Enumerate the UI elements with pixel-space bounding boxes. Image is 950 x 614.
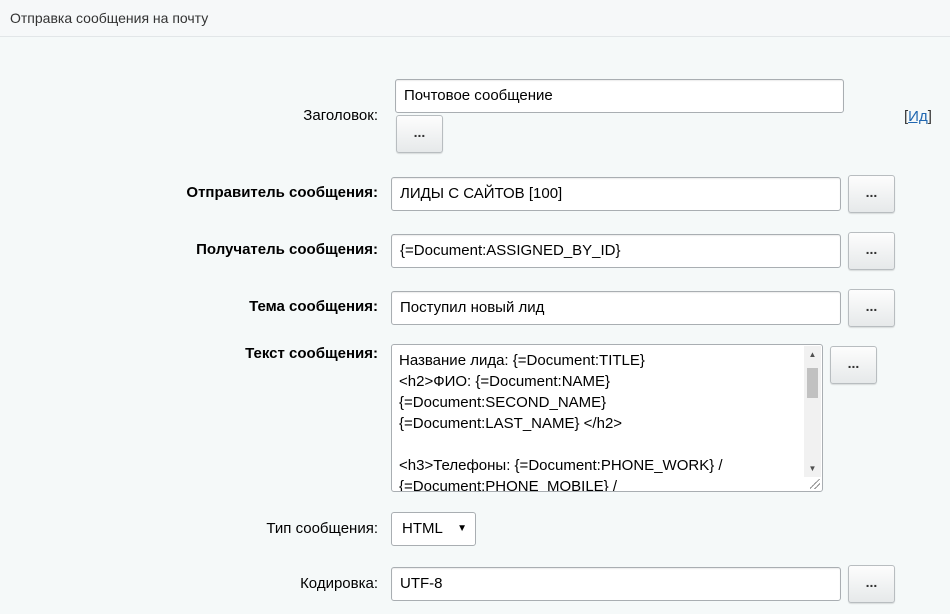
body-text-line: Название лида: {=Document:TITLE} — [399, 352, 645, 369]
dialog-header: Отправка сообщения на почту — [0, 0, 950, 37]
subject-input[interactable]: Поступил новый лид — [391, 291, 841, 325]
body-text-line: {=Document:PHONE_MOBILE} / — [399, 478, 618, 492]
body-text-line: {=Document:SECOND_NAME} — [399, 394, 607, 411]
scroll-up-arrow-icon[interactable]: ▲ — [804, 346, 821, 363]
body-label: Текст сообщения: — [245, 345, 378, 362]
sender-insert-button[interactable]: ... — [848, 175, 895, 213]
scroll-thumb[interactable] — [807, 368, 818, 398]
sender-input[interactable]: ЛИДЫ С САЙТОВ [100] — [391, 177, 841, 211]
id-link[interactable]: Ид — [908, 108, 928, 125]
title-insert-button[interactable]: ... — [396, 115, 443, 153]
message-type-label: Тип сообщения: — [266, 520, 378, 537]
body-scrollbar[interactable]: ▲ ▼ — [804, 346, 821, 477]
message-type-select[interactable]: HTML ▼ — [391, 512, 476, 546]
scroll-down-arrow-icon[interactable]: ▼ — [804, 460, 821, 477]
body-text: Название лида: {=Document:TITLE} <h2>ФИО:… — [399, 350, 800, 492]
body-text-line — [399, 434, 800, 455]
body-text-line: <h3>Телефоны: {=Document:PHONE_WORK} / — [399, 457, 723, 474]
sender-label: Отправитель сообщения: — [186, 184, 378, 201]
title-label: Заголовок: — [303, 107, 378, 124]
encoding-label: Кодировка: — [300, 575, 378, 592]
chevron-down-icon: ▼ — [457, 523, 467, 534]
body-textarea[interactable]: Название лида: {=Document:TITLE} <h2>ФИО:… — [391, 344, 823, 492]
recipient-label: Получатель сообщения: — [196, 241, 378, 258]
encoding-input[interactable]: UTF-8 — [391, 567, 841, 601]
body-insert-button[interactable]: ... — [830, 346, 877, 384]
recipient-input[interactable]: {=Document:ASSIGNED_BY_ID} — [391, 234, 841, 268]
recipient-insert-button[interactable]: ... — [848, 232, 895, 270]
title-input[interactable]: Почтовое сообщение — [395, 79, 844, 113]
subject-label: Тема сообщения: — [249, 298, 378, 315]
id-link-wrapper: [Ид] — [904, 108, 932, 125]
body-text-line: {=Document:LAST_NAME} </h2> — [399, 415, 623, 432]
subject-insert-button[interactable]: ... — [848, 289, 895, 327]
body-text-line: <h2>ФИО: {=Document:NAME} — [399, 373, 611, 390]
encoding-insert-button[interactable]: ... — [848, 565, 895, 603]
dialog-title: Отправка сообщения на почту — [10, 10, 209, 26]
resize-grip-icon[interactable] — [810, 479, 820, 489]
message-type-value: HTML — [402, 520, 443, 537]
